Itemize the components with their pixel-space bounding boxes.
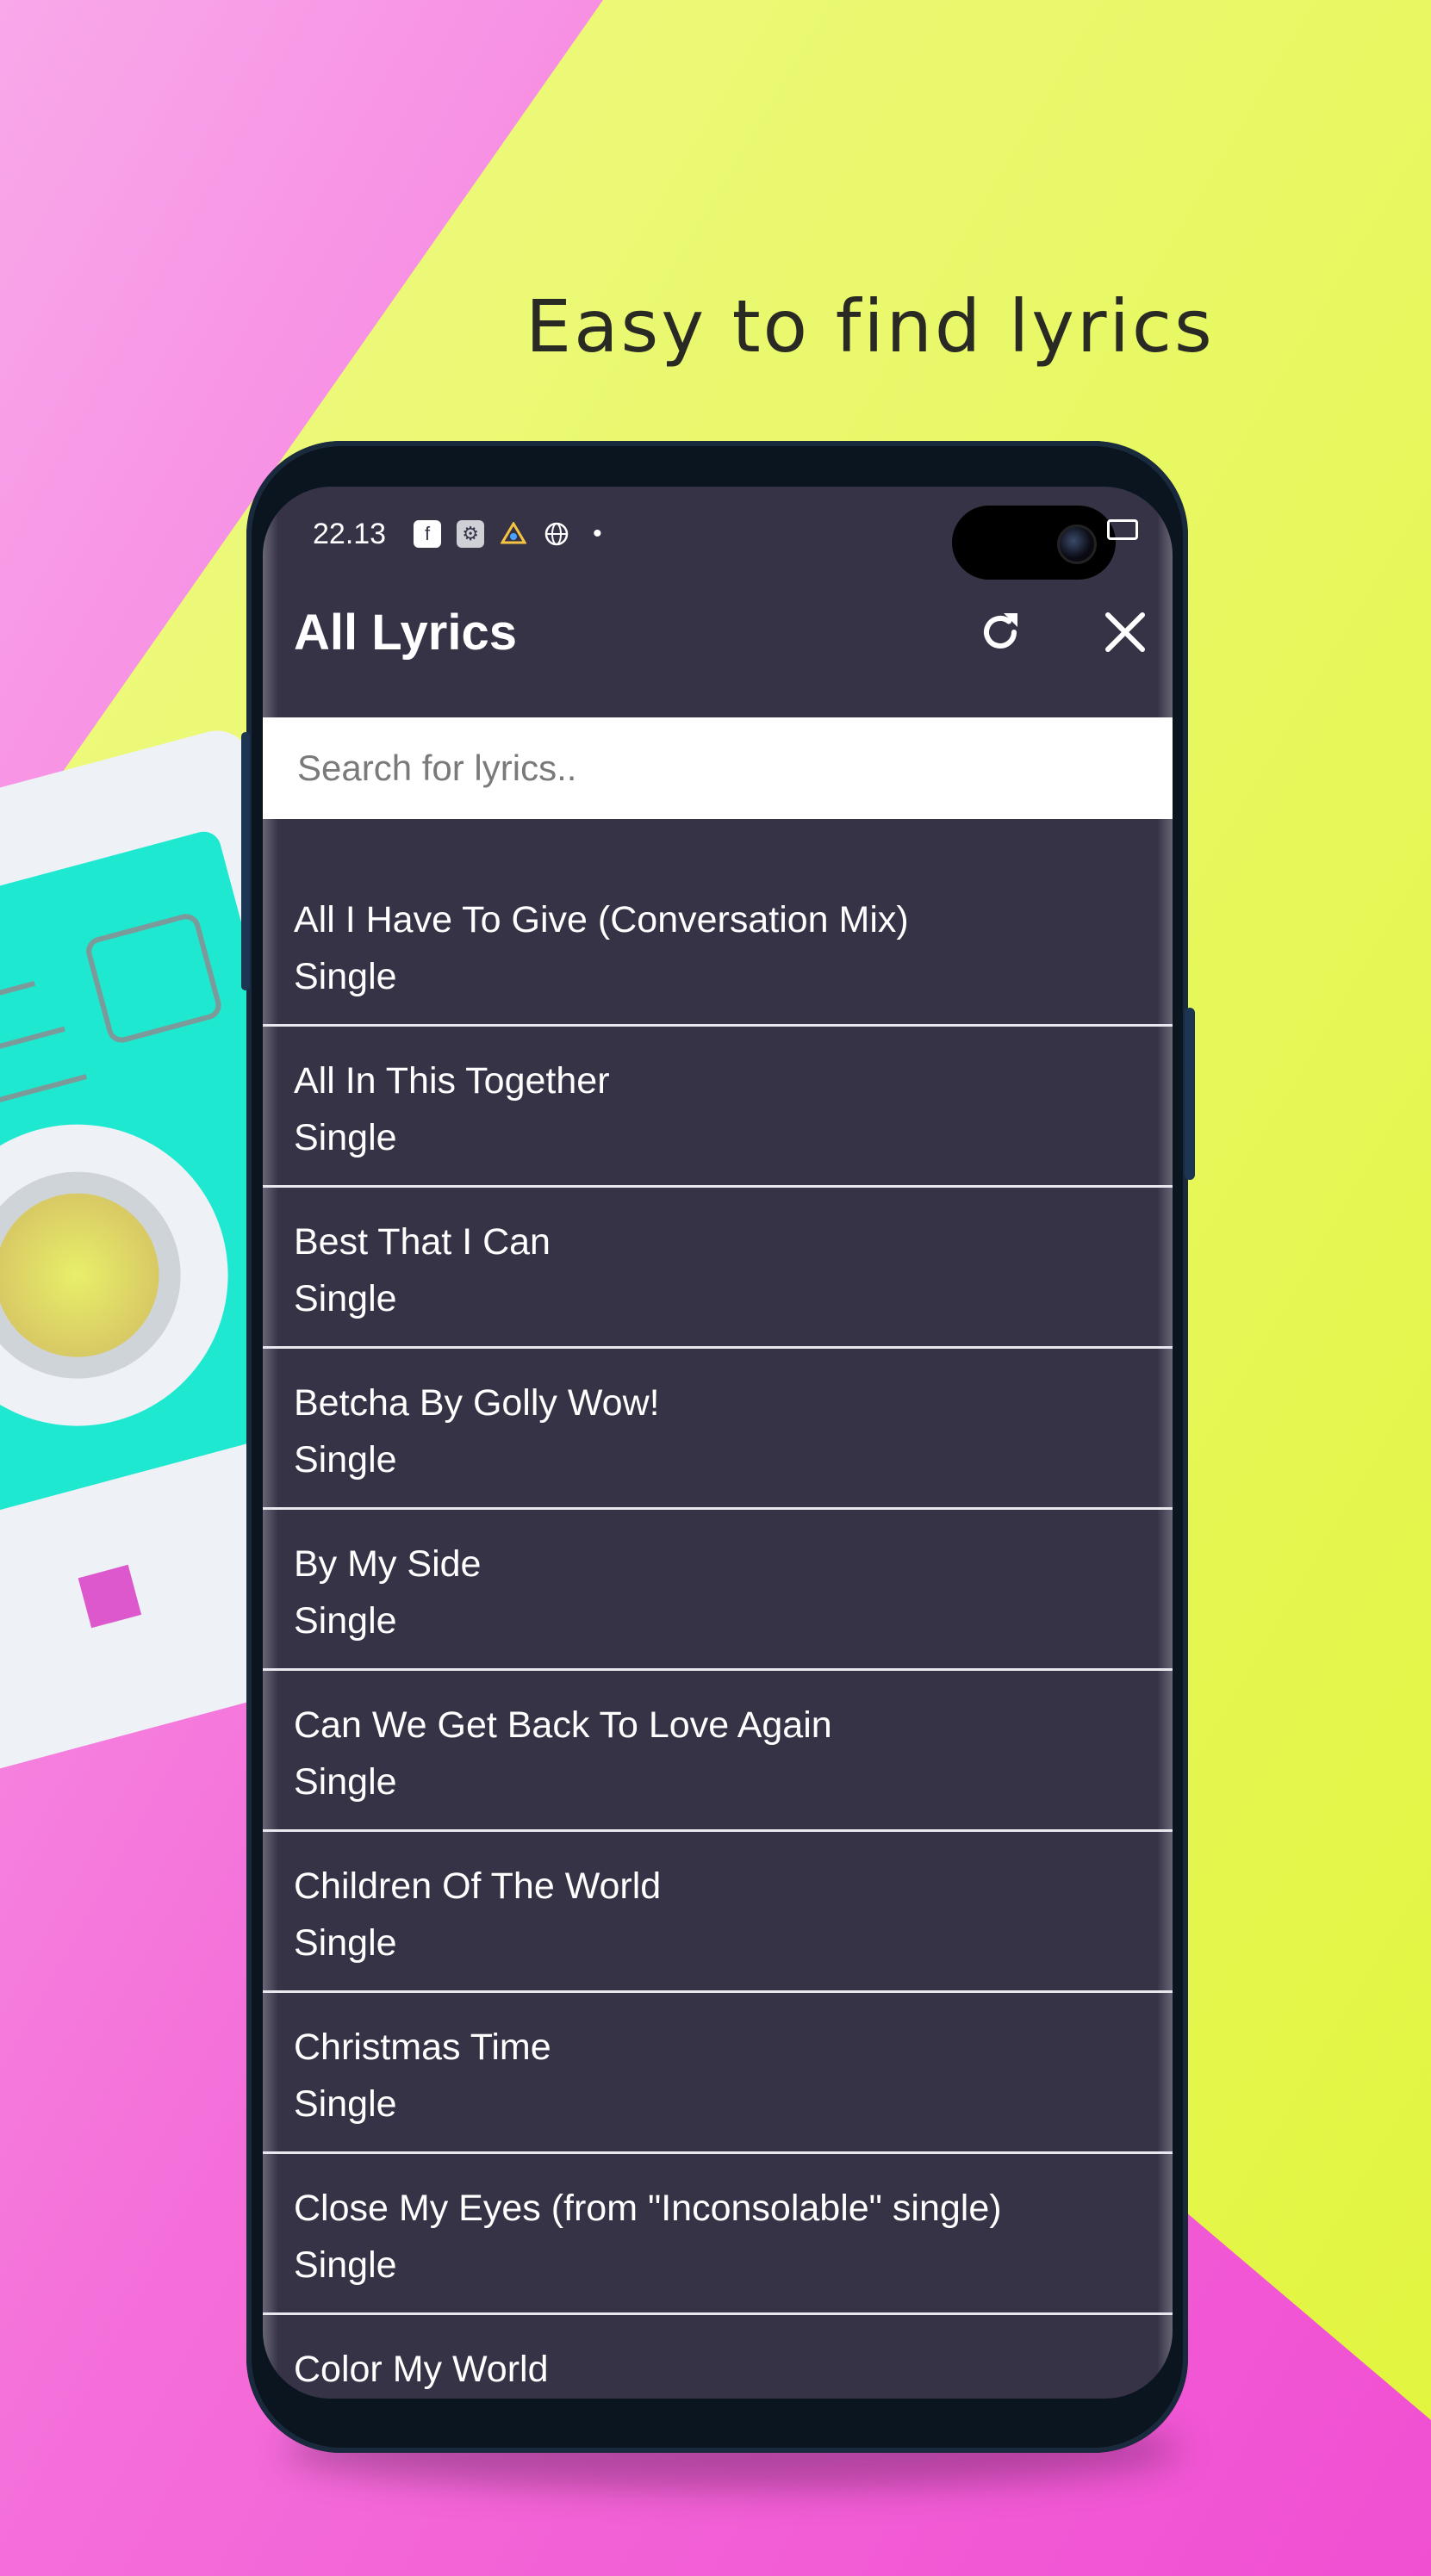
song-type: Single: [294, 1117, 397, 1158]
status-bar: 22.13 f ⚙ •: [313, 512, 602, 556]
promo-tagline: Easy to find lyrics: [526, 284, 1215, 369]
camera-lens: [1057, 525, 1097, 564]
list-item[interactable]: Best That I Can Single: [263, 1188, 1173, 1349]
status-time: 22.13: [313, 517, 387, 550]
song-title: Christmas Time: [294, 2027, 551, 2068]
refresh-button[interactable]: [972, 604, 1029, 661]
globe-icon: [543, 520, 570, 548]
refresh-icon: [984, 613, 1017, 649]
list-item[interactable]: All I Have To Give (Conversation Mix) Si…: [263, 866, 1173, 1027]
list-item[interactable]: By My Side Single: [263, 1510, 1173, 1671]
song-type: Single: [294, 1439, 397, 1480]
dot-icon: •: [593, 519, 602, 548]
phone-side-button: [1185, 1008, 1195, 1180]
list-item[interactable]: Close My Eyes (from "Inconsolable" singl…: [263, 2154, 1173, 2315]
song-type: Single: [294, 1600, 397, 1642]
battery-icon: [1107, 519, 1138, 540]
song-type: Single: [294, 956, 397, 997]
list-item[interactable]: Betcha By Golly Wow! Single: [263, 1349, 1173, 1510]
phone-screen: 22.13 f ⚙ • All Lyrics Search for lyrics…: [263, 487, 1173, 2399]
facebook-icon: f: [414, 520, 442, 548]
song-type: Single: [294, 2244, 397, 2286]
song-title: Can We Get Back To Love Again: [294, 1704, 832, 1746]
list-item[interactable]: Children Of The World Single: [263, 1832, 1173, 1993]
search-bar: [263, 717, 1173, 819]
list-item[interactable]: Color My World: [263, 2315, 1173, 2399]
song-title: By My Side: [294, 1543, 482, 1585]
close-icon: [1105, 612, 1145, 652]
phone-side-button: [241, 732, 250, 990]
drive-icon: [500, 520, 527, 548]
list-item[interactable]: Can We Get Back To Love Again Single: [263, 1671, 1173, 1832]
song-type: Single: [294, 1278, 397, 1319]
page-title: All Lyrics: [294, 604, 517, 661]
song-title: Color My World: [294, 2349, 549, 2390]
song-title: Children Of The World: [294, 1865, 662, 1907]
search-input[interactable]: [296, 747, 1173, 790]
song-type: Single: [294, 1761, 397, 1803]
song-title: All I Have To Give (Conversation Mix): [294, 899, 909, 940]
close-button[interactable]: [1097, 604, 1154, 661]
camera-cutout: [952, 506, 1116, 580]
lyrics-list: All I Have To Give (Conversation Mix) Si…: [263, 866, 1173, 2399]
song-title: Best That I Can: [294, 1221, 551, 1263]
song-title: Betcha By Golly Wow!: [294, 1382, 660, 1424]
app-bar: All Lyrics: [263, 581, 1173, 683]
list-item[interactable]: Christmas Time Single: [263, 1993, 1173, 2154]
song-title: Close My Eyes (from "Inconsolable" singl…: [294, 2188, 1002, 2229]
settings-app-icon: ⚙: [457, 520, 485, 548]
song-type: Single: [294, 1922, 397, 1964]
song-title: All In This Together: [294, 1060, 610, 1102]
song-type: Single: [294, 2083, 397, 2125]
list-item[interactable]: All In This Together Single: [263, 1027, 1173, 1188]
